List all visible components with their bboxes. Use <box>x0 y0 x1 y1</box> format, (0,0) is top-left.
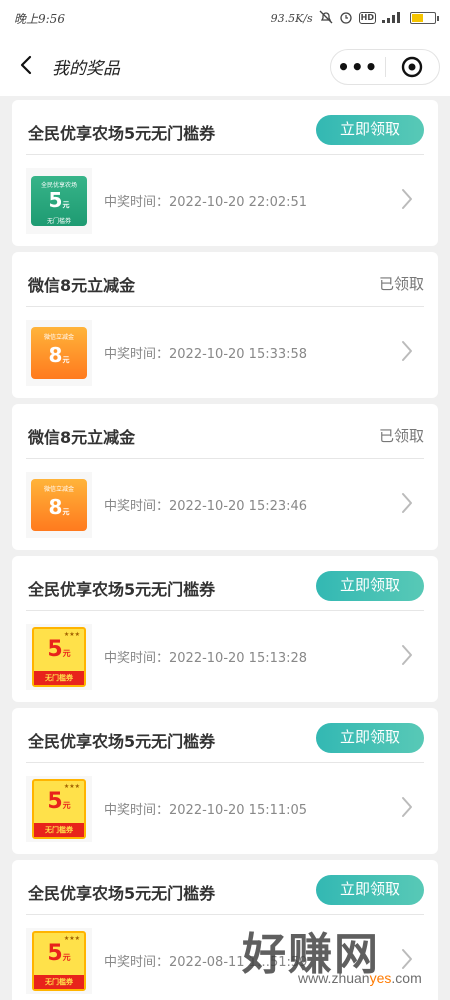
claim-button[interactable]: 立即领取 <box>316 723 424 753</box>
claim-button[interactable]: 立即领取 <box>316 571 424 601</box>
prize-thumbnail: ★★★ 5元 无门槛券 <box>26 928 92 994</box>
chevron-right-icon[interactable] <box>400 186 414 212</box>
card-divider <box>26 306 424 307</box>
page-title: 我的奖品 <box>52 59 120 79</box>
coupon-image: ★★★ 5元 无门槛券 <box>32 779 86 839</box>
prize-card[interactable]: 全民优享农场5元无门槛券 立即领取 ★★★ 5元 无门槛券 中奖时间：2022-… <box>12 860 438 1000</box>
prize-title: 全民优享农场5元无门槛券 <box>28 124 216 143</box>
chevron-right-icon[interactable] <box>400 794 414 820</box>
win-time: 中奖时间：2022-08-11 1…51:59 <box>104 955 308 970</box>
card-divider <box>26 458 424 459</box>
chevron-left-icon[interactable] <box>16 54 38 76</box>
prize-title: 全民优享农场5元无门槛券 <box>28 580 216 599</box>
prize-thumbnail: 全民优享农场 5元 无门槛券 <box>26 168 92 234</box>
status-bar: 晚上9:56 93.5K/s HD <box>0 0 450 36</box>
prize-title: 微信8元立减金 <box>28 276 136 295</box>
status-time: 晚上9:56 <box>14 11 65 26</box>
chevron-right-icon[interactable] <box>400 642 414 668</box>
prize-thumbnail: 微信立减金 8元 <box>26 472 92 538</box>
win-time: 中奖时间：2022-10-20 22:02:51 <box>104 195 308 210</box>
win-time: 中奖时间：2022-10-20 15:33:58 <box>104 347 308 362</box>
card-divider <box>26 914 424 915</box>
chevron-right-icon[interactable] <box>400 490 414 516</box>
coupon-image: ★★★ 5元 无门槛券 <box>32 627 86 687</box>
prize-card[interactable]: 全民优享农场5元无门槛券 立即领取 ★★★ 5元 无门槛券 中奖时间：2022-… <box>12 708 438 854</box>
win-time: 中奖时间：2022-10-20 15:13:28 <box>104 651 308 666</box>
alarm-icon <box>339 10 353 27</box>
chevron-right-icon[interactable] <box>400 338 414 364</box>
prize-title: 微信8元立减金 <box>28 428 136 447</box>
coupon-image: 微信立减金 8元 <box>31 479 87 531</box>
prize-card[interactable]: 微信8元立减金 已领取 微信立减金 8元 中奖时间：2022-10-20 15:… <box>12 252 438 398</box>
status-icons: 93.5K/s HD <box>270 10 439 27</box>
bell-muted-icon <box>319 10 333 27</box>
chevron-right-icon[interactable] <box>400 946 414 972</box>
coupon-image: 微信立减金 8元 <box>31 327 87 379</box>
claim-button[interactable]: 立即领取 <box>316 115 424 145</box>
prize-thumbnail: ★★★ 5元 无门槛券 <box>26 776 92 842</box>
claimed-label: 已领取 <box>378 275 424 293</box>
prize-card[interactable]: 全民优享农场5元无门槛券 立即领取 全民优享农场 5元 无门槛券 中奖时间：20… <box>12 100 438 246</box>
prize-list: 全民优享农场5元无门槛券 立即领取 全民优享农场 5元 无门槛券 中奖时间：20… <box>12 100 438 1000</box>
prize-title: 全民优享农场5元无门槛券 <box>28 732 216 751</box>
win-time: 中奖时间：2022-10-20 15:23:46 <box>104 499 308 514</box>
battery-icon <box>410 12 439 24</box>
claim-button[interactable]: 立即领取 <box>316 875 424 905</box>
hd-icon: HD <box>358 12 376 24</box>
prize-card[interactable]: 微信8元立减金 已领取 微信立减金 8元 中奖时间：2022-10-20 15:… <box>12 404 438 550</box>
battery-fill <box>412 14 423 22</box>
win-time: 中奖时间：2022-10-20 15:11:05 <box>104 803 308 818</box>
claimed-label: 已领取 <box>378 427 424 445</box>
coupon-image: ★★★ 5元 无门槛券 <box>32 931 86 991</box>
prize-thumbnail: ★★★ 5元 无门槛券 <box>26 624 92 690</box>
miniprogram-capsule: ••• <box>330 49 440 85</box>
network-speed: 93.5K/s <box>270 11 313 25</box>
prize-title: 全民优享农场5元无门槛券 <box>28 884 216 903</box>
target-circle-icon[interactable] <box>385 55 439 79</box>
card-divider <box>26 154 424 155</box>
prize-thumbnail: 微信立减金 8元 <box>26 320 92 386</box>
more-dots-icon[interactable]: ••• <box>331 57 385 77</box>
nav-bar: 我的奖品 ••• <box>0 36 450 96</box>
signal-icon <box>382 11 404 26</box>
card-divider <box>26 762 424 763</box>
prize-card[interactable]: 全民优享农场5元无门槛券 立即领取 ★★★ 5元 无门槛券 中奖时间：2022-… <box>12 556 438 702</box>
coupon-image: 全民优享农场 5元 无门槛券 <box>31 176 87 226</box>
card-divider <box>26 610 424 611</box>
